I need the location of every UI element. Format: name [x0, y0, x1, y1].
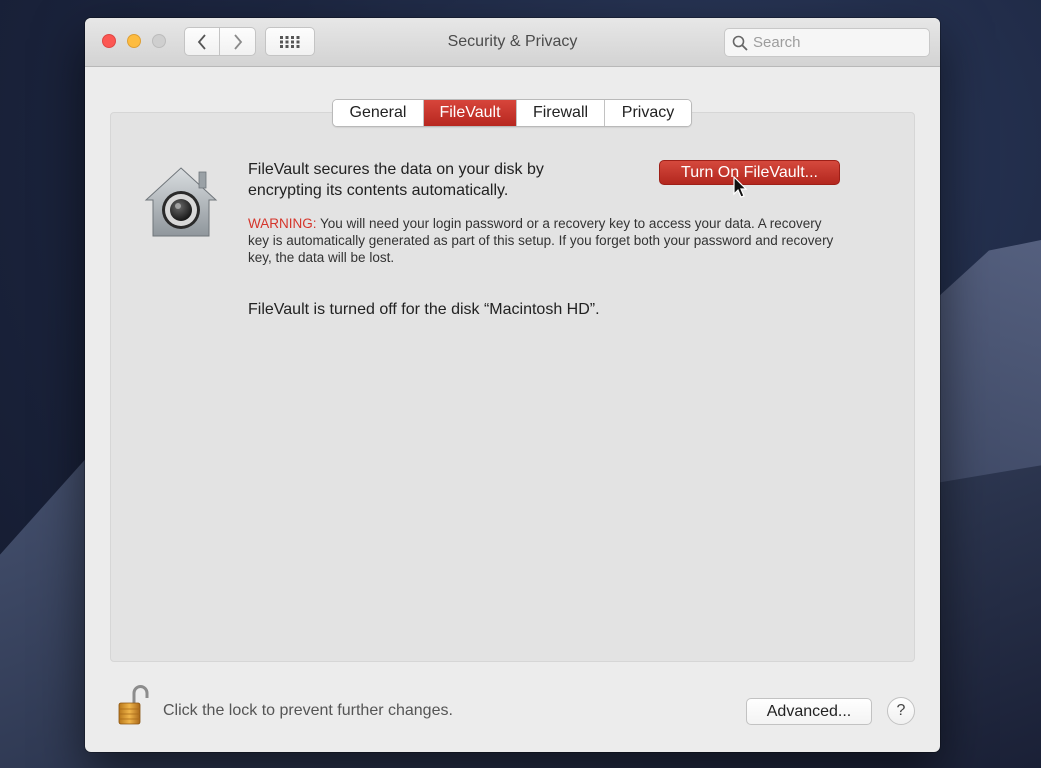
back-button[interactable] — [184, 27, 220, 56]
show-all-button[interactable] — [265, 27, 315, 56]
tab-privacy[interactable]: Privacy — [605, 100, 691, 126]
search-input[interactable] — [753, 34, 913, 51]
chevron-left-icon — [197, 33, 206, 50]
zoom-button[interactable] — [152, 34, 166, 48]
tab-filevault[interactable]: FileVault — [424, 100, 517, 126]
warning-text: You will need your login password or a r… — [248, 216, 834, 265]
tab-firewall[interactable]: Firewall — [517, 100, 605, 126]
preferences-window: Security & Privacy General FileVault Fir… — [85, 18, 940, 752]
grid-icon — [280, 35, 300, 48]
turn-on-filevault-button[interactable]: Turn On FileVault... — [659, 160, 840, 185]
chevron-right-icon — [233, 33, 242, 50]
search-icon — [732, 35, 748, 51]
close-button[interactable] — [102, 34, 116, 48]
advanced-button[interactable]: Advanced... — [746, 698, 872, 725]
warning-message: WARNING: You will need your login passwo… — [248, 215, 838, 266]
mouse-cursor-icon — [733, 176, 748, 198]
navigation-group — [184, 27, 256, 56]
help-button[interactable]: ? — [887, 697, 915, 725]
lock-status-text: Click the lock to prevent further change… — [163, 702, 453, 719]
tab-bar: General FileVault Firewall Privacy — [332, 99, 692, 127]
filevault-status: FileVault is turned off for the disk “Ma… — [248, 301, 600, 318]
search-field[interactable] — [724, 28, 930, 57]
forward-button[interactable] — [220, 27, 256, 56]
lock-open-icon[interactable] — [117, 684, 149, 726]
minimize-button[interactable] — [127, 34, 141, 48]
tab-general[interactable]: General — [333, 100, 424, 126]
title-bar: Security & Privacy — [85, 18, 940, 67]
filevault-description: FileVault secures the data on your disk … — [248, 161, 544, 199]
filevault-house-icon — [144, 167, 218, 237]
warning-label: WARNING: — [248, 216, 317, 231]
